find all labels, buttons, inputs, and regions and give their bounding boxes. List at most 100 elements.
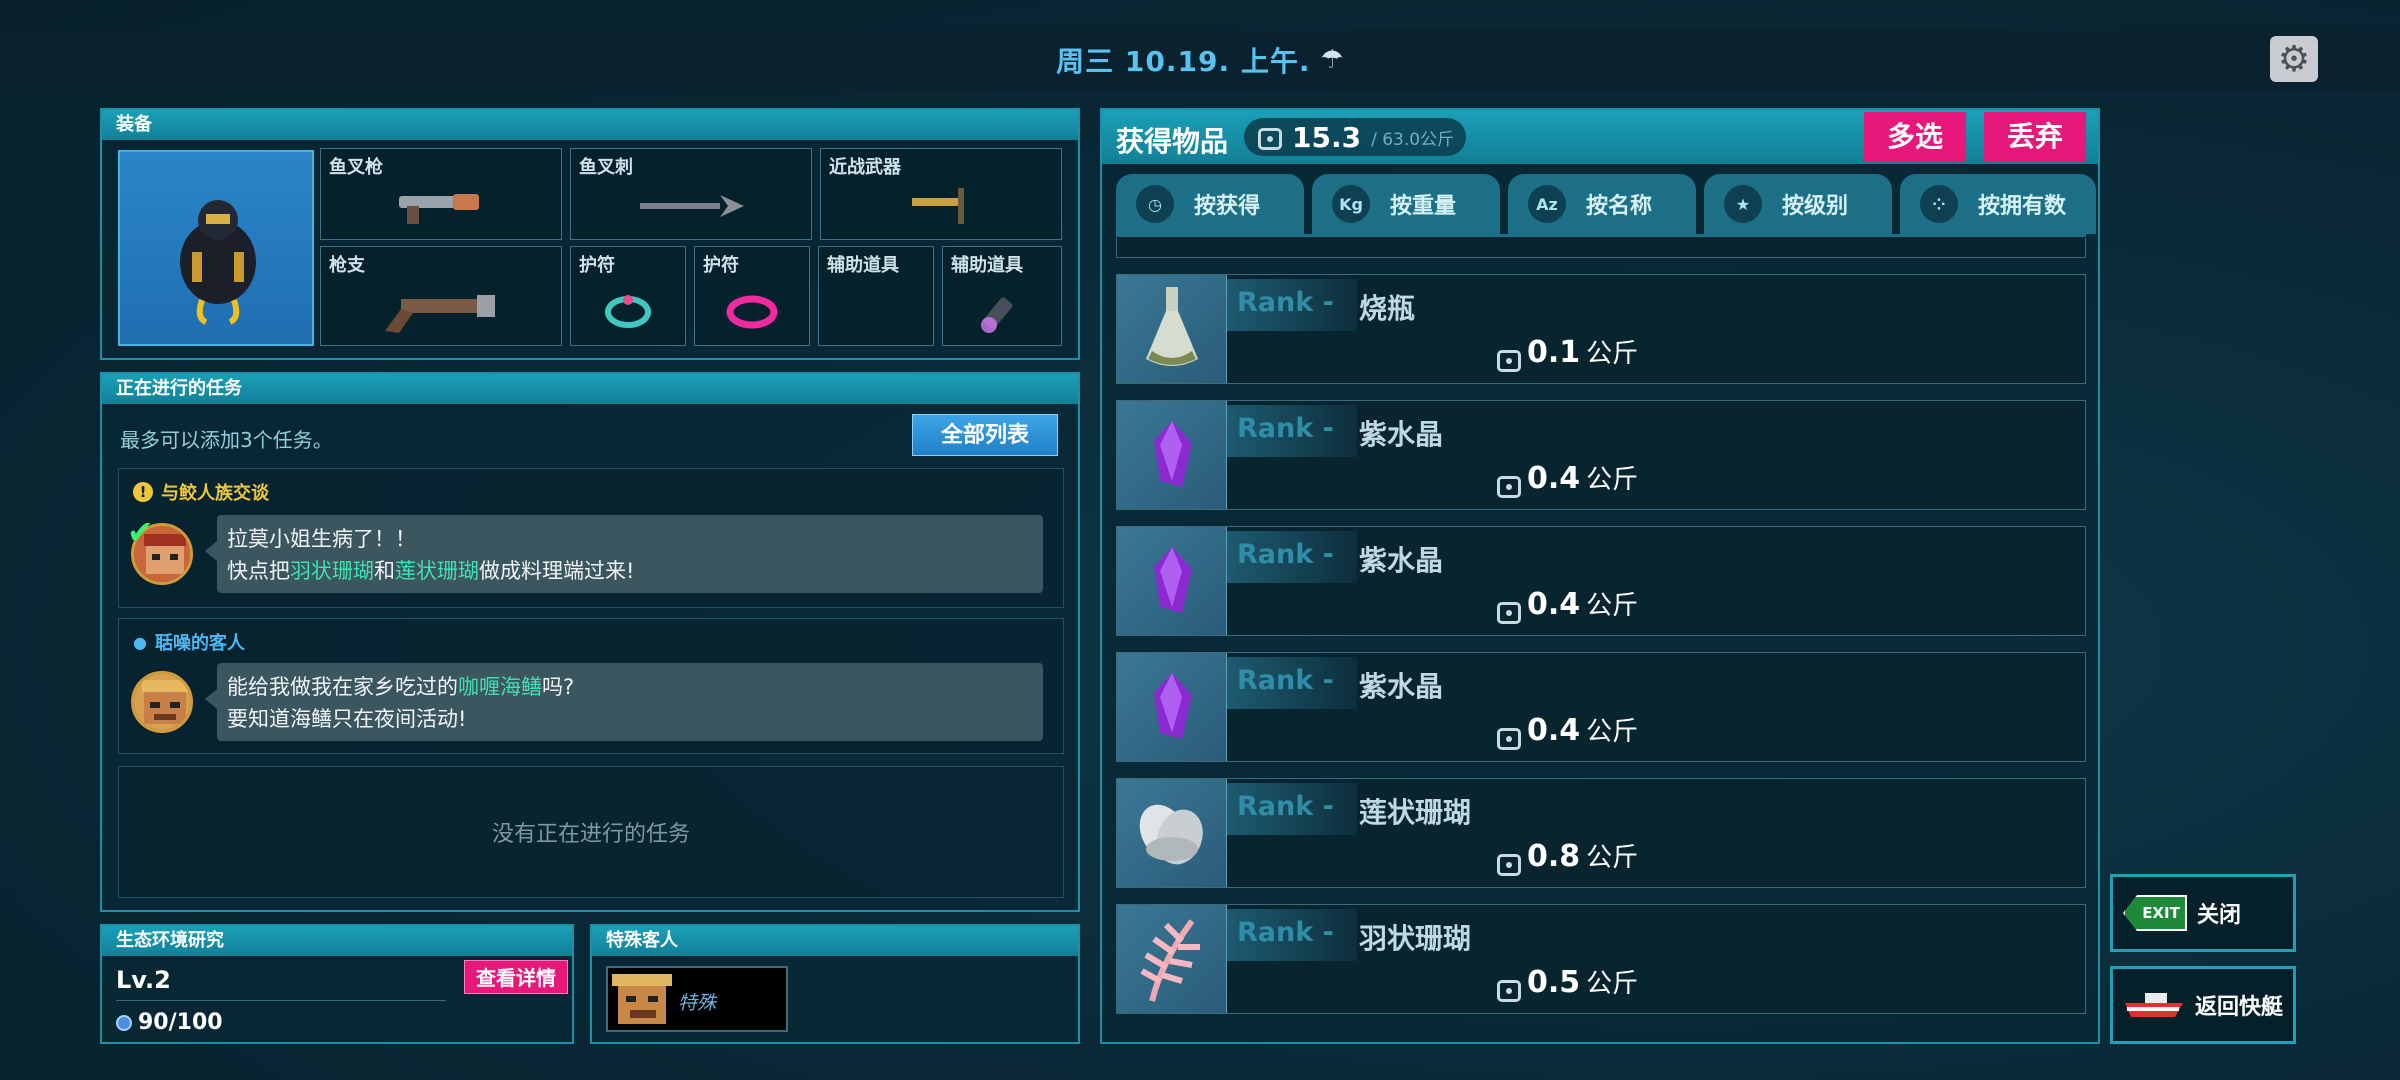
slot-label: 护符: [703, 255, 739, 276]
quest-dialog: 拉莫小姐生病了！！ 快点把羽状珊瑚和莲状珊瑚做成料理端过来!: [205, 515, 1043, 593]
sort-tabs: ◷ 按获得 Kg 按重量 Az 按名称 ★ 按级别 ⁘ 按拥有数: [1116, 174, 2096, 234]
tab-sort-by-name[interactable]: Az 按名称: [1508, 174, 1696, 234]
character-portrait: [118, 150, 314, 346]
amethyst-icon: [1117, 527, 1227, 635]
pickaxe-icon: [821, 181, 1061, 231]
person-icon: ●: [133, 632, 147, 652]
obtained-items-panel: 获得物品 15.3 / 63.0公斤 多选 丢弃 ◷ 按获得 Kg 按重量 Az…: [1100, 108, 2100, 1044]
item-row[interactable]: Rank - 羽状珊瑚 0.5 公斤: [1116, 904, 2086, 1014]
clock-icon: ◷: [1136, 185, 1174, 223]
tab-label: 按获得: [1194, 194, 1261, 219]
harpoon-gun-icon: [321, 181, 561, 231]
weight-scale-icon: [1258, 128, 1282, 150]
slot-support-item-2[interactable]: 辅助道具: [942, 246, 1062, 346]
item-rank: Rank -: [1237, 917, 1334, 948]
slot-label: 辅助道具: [951, 255, 1023, 276]
item-name: 紫水晶: [1359, 544, 1444, 577]
rifle-icon: [321, 287, 561, 337]
equipment-panel: 装备 鱼叉枪 鱼叉刺 近战武器 枪支 护符 护符 辅助道具 辅助道具: [100, 108, 1080, 360]
bracelet-icon: [571, 287, 685, 337]
slot-label: 护符: [579, 255, 615, 276]
slot-harpoon-gun[interactable]: 鱼叉枪: [320, 148, 562, 240]
tab-underline: [1116, 234, 2086, 237]
tab-sort-by-obtained[interactable]: ◷ 按获得: [1116, 174, 1304, 234]
quest-dialog-line: 快点把羽状珊瑚和莲状珊瑚做成料理端过来!: [227, 555, 1033, 587]
quest-card[interactable]: ! 与鲛人族交谈 ✔ 拉莫小姐生病了！！ 快点把羽状珊瑚和莲状珊瑚做成料理端过来…: [118, 468, 1064, 608]
equipment-title: 装备: [102, 110, 1078, 140]
quest-dialog-line: 要知道海鳝只在夜间活动!: [227, 707, 467, 731]
npc-avatar: [131, 671, 193, 733]
quest-title: ● 聒噪的客人: [133, 629, 245, 655]
eco-level: Lv.2: [116, 966, 171, 994]
close-label: 关闭: [2197, 903, 2242, 928]
slot-gun[interactable]: 枪支: [320, 246, 562, 346]
item-rank: Rank -: [1237, 665, 1334, 696]
weight-scale-icon: [1497, 728, 1521, 750]
close-button[interactable]: EXIT 关闭: [2110, 874, 2296, 952]
az-icon: Az: [1528, 185, 1566, 223]
slot-support-item-1[interactable]: 辅助道具: [818, 246, 934, 346]
eco-progress: 90/100: [116, 1010, 223, 1035]
special-guest-card[interactable]: 特殊: [606, 966, 788, 1032]
item-weight-value: 0.4: [1527, 461, 1581, 496]
item-name: 烧瓶: [1359, 292, 1416, 325]
flask-icon: [1117, 275, 1227, 383]
slot-charm-1[interactable]: 护符: [570, 246, 686, 346]
pink-band-icon: [695, 287, 809, 337]
slot-charm-2[interactable]: 护符: [694, 246, 810, 346]
special-tag: 特殊: [678, 992, 717, 1014]
item-weight: 0.5 公斤: [1497, 963, 1638, 1002]
tab-label: 按拥有数: [1978, 194, 2067, 219]
exit-icon: EXIT: [2123, 895, 2187, 931]
full-list-button[interactable]: 全部列表: [912, 414, 1058, 456]
quest-title-text: 与鲛人族交谈: [161, 483, 269, 504]
item-row-partial: [1116, 238, 2086, 258]
item-weight-value: 0.5: [1527, 965, 1581, 1000]
item-rank: Rank -: [1237, 539, 1334, 570]
dots-icon: ⁘: [1920, 185, 1958, 223]
quest-card[interactable]: ● 聒噪的客人 能给我做我在家乡吃过的咖喱海鳝吗? 要知道海鳝只在夜间活动!: [118, 618, 1064, 754]
eco-progress-value: 90/100: [138, 1010, 223, 1035]
guest-title: 特殊客人: [592, 926, 1078, 956]
item-row[interactable]: Rank - 紫水晶 0.4 公斤: [1116, 400, 2086, 510]
item-weight-unit: 公斤: [1586, 591, 1639, 621]
item-name: 莲状珊瑚: [1359, 796, 1472, 829]
boat-icon: [2125, 993, 2183, 1017]
divider: [116, 1000, 446, 1001]
exclamation-icon: !: [133, 482, 153, 502]
gear-icon[interactable]: ⚙: [2270, 36, 2318, 82]
return-boat-label: 返回快艇: [2195, 995, 2284, 1020]
item-row[interactable]: Rank - 莲状珊瑚 0.8 公斤: [1116, 778, 2086, 888]
item-row[interactable]: Rank - 紫水晶 0.4 公斤: [1116, 652, 2086, 762]
tab-sort-by-count[interactable]: ⁘ 按拥有数: [1900, 174, 2096, 234]
text-segment: 和: [374, 559, 395, 583]
eco-title: 生态环境研究: [102, 926, 572, 956]
quest-limit-hint: 最多可以添加3个任务。: [120, 428, 333, 452]
amethyst-icon: [1117, 401, 1227, 509]
item-weight-value: 0.4: [1527, 713, 1581, 748]
view-details-button[interactable]: 查看详情: [464, 960, 568, 994]
item-row[interactable]: Rank - 紫水晶 0.4 公斤: [1116, 526, 2086, 636]
quest-dialog: 能给我做我在家乡吃过的咖喱海鳝吗? 要知道海鳝只在夜间活动!: [205, 663, 1043, 741]
guest-portrait: [612, 974, 672, 1024]
item-weight-unit: 公斤: [1586, 339, 1639, 369]
kg-icon: Kg: [1332, 185, 1370, 223]
quest-dialog-line: 拉莫小姐生病了！！: [227, 527, 416, 551]
slot-melee-weapon[interactable]: 近战武器: [820, 148, 1062, 240]
item-weight: 0.4 公斤: [1497, 711, 1638, 750]
multi-select-button[interactable]: 多选: [1864, 112, 1966, 162]
item-weight-value: 0.1: [1527, 335, 1581, 370]
slot-harpoon-spear[interactable]: 鱼叉刺: [570, 148, 812, 240]
tab-sort-by-rank[interactable]: ★ 按级别: [1704, 174, 1892, 234]
feather-coral-icon: [1117, 905, 1227, 1013]
carry-weight: 15.3 / 63.0公斤: [1244, 118, 1466, 156]
weight-scale-icon: [1497, 854, 1521, 876]
return-to-boat-button[interactable]: 返回快艇: [2110, 966, 2296, 1044]
weight-scale-icon: [1497, 980, 1521, 1002]
slot-label: 近战武器: [829, 157, 901, 178]
item-row[interactable]: Rank - 烧瓶 0.1 公斤: [1116, 274, 2086, 384]
tab-sort-by-weight[interactable]: Kg 按重量: [1312, 174, 1500, 234]
eco-research-panel: 生态环境研究 Lv.2 90/100 查看详情: [100, 924, 574, 1044]
discard-button[interactable]: 丢弃: [1984, 112, 2086, 162]
tab-label: 按名称: [1586, 194, 1653, 219]
